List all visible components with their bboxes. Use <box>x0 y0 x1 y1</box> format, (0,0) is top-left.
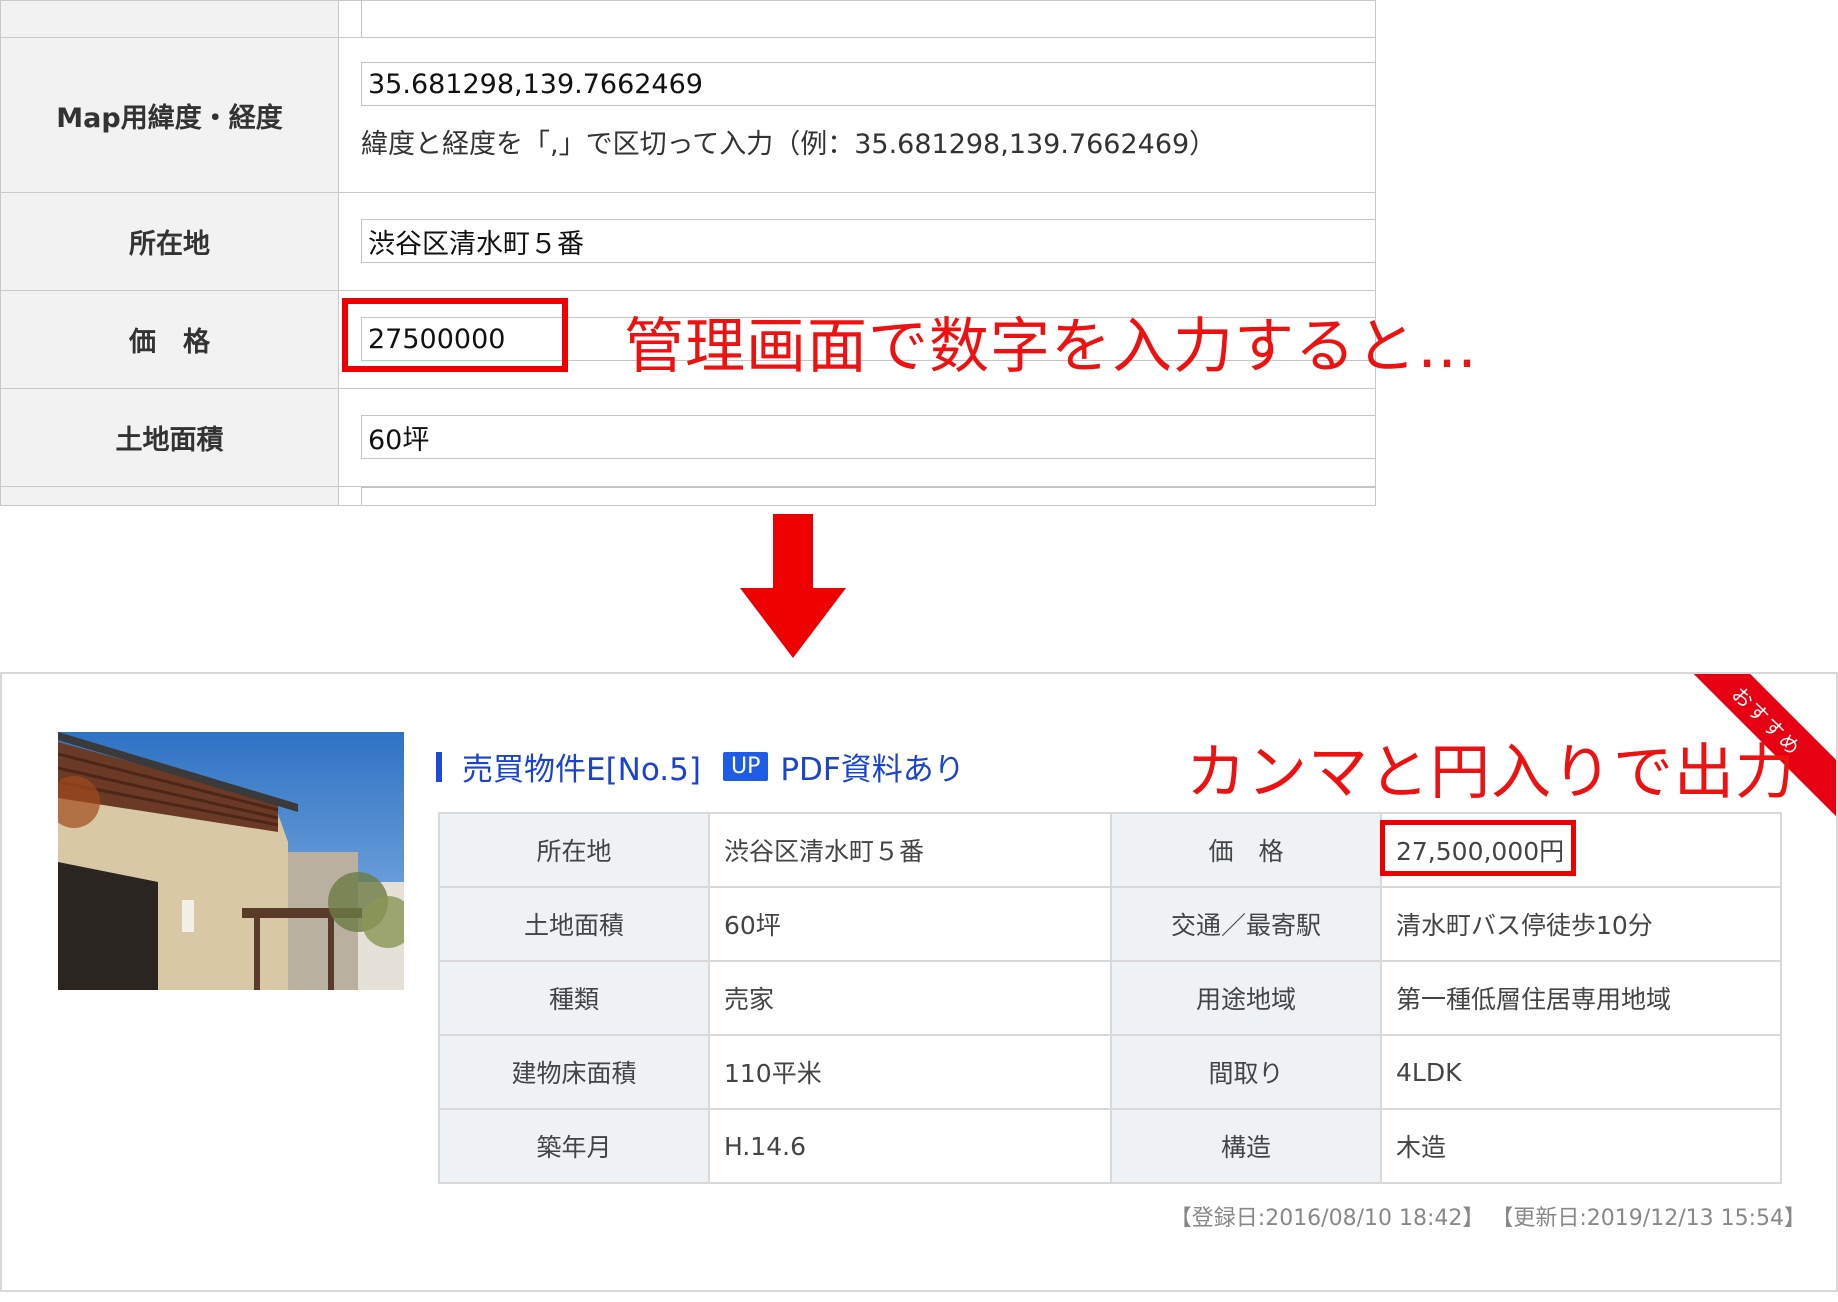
table-row: 種類 売家 用途地域 第一種低層住居専用地域 <box>438 960 1782 1036</box>
up-badge: UP <box>722 752 769 781</box>
spec-value: 60坪 <box>708 886 1112 962</box>
spec-label: 建物床面積 <box>438 1034 710 1110</box>
map-coords-help-text: 緯度と経度を「,」で区切って入力（例：35.681298,139.7662469… <box>361 129 1217 160</box>
listing-title-bar: 売買物件E[No.5] UP PDF資料あり <box>436 744 965 789</box>
table-row: 建物床面積 110平米 間取り 4LDK <box>438 1034 1782 1110</box>
address-input[interactable]: 渋谷区清水町５番 <box>361 219 1375 263</box>
spec-label: 価 格 <box>1110 812 1382 888</box>
property-listing-card[interactable]: おすすめ 売買物件E[No.5] UP PDF資料あり カンマと円入りで出力 所… <box>0 672 1838 1292</box>
spec-value: 110平米 <box>708 1034 1112 1110</box>
admin-row-map-coords: Map用緯度・経度 35.681298,139.7662469 緯度と経度を「,… <box>1 38 1375 193</box>
listing-dates: 【登録日:2016/08/10 18:42】 【更新日:2019/12/13 1… <box>1170 1200 1806 1232</box>
spec-value: 第一種低層住居専用地域 <box>1380 960 1782 1036</box>
spec-value: 渋谷区清水町５番 <box>708 812 1112 888</box>
property-photo[interactable] <box>58 732 404 990</box>
spec-label: 用途地域 <box>1110 960 1382 1036</box>
spec-value: 木造 <box>1380 1108 1782 1184</box>
map-coords-label: Map用緯度・経度 <box>1 38 339 192</box>
spec-value: 清水町バス停徒歩10分 <box>1380 886 1782 962</box>
table-row: 所在地 渋谷区清水町５番 価 格 27,500,000円 <box>438 812 1782 888</box>
property-spec-table: 所在地 渋谷区清水町５番 価 格 27,500,000円 土地面積 60坪 交通… <box>438 812 1782 1184</box>
table-row: 築年月 H.14.6 構造 木造 <box>438 1108 1782 1184</box>
spec-label: 築年月 <box>438 1108 710 1184</box>
spec-value: H.14.6 <box>708 1108 1112 1184</box>
admin-row-partial-bottom <box>1 487 1375 505</box>
house-photo-image <box>58 732 404 990</box>
price-highlight-box <box>1380 820 1576 876</box>
price-highlight-box <box>342 298 568 372</box>
spec-label: 土地面積 <box>438 886 710 962</box>
registered-date: 【登録日:2016/08/10 18:42】 <box>1169 1206 1485 1231</box>
spec-label: 間取り <box>1110 1034 1382 1110</box>
admin-row-label <box>1 1 339 37</box>
updated-date: 【更新日:2019/12/13 15:54】 <box>1491 1206 1806 1231</box>
admin-row-partial-top <box>1 1 1375 38</box>
admin-form-table: Map用緯度・経度 35.681298,139.7662469 緯度と経度を「,… <box>0 0 1376 506</box>
spec-label: 所在地 <box>438 812 710 888</box>
admin-partial-input[interactable] <box>361 487 1375 505</box>
admin-callout-text: 管理画面で数字を入力すると… <box>624 312 1478 382</box>
spec-label: 種類 <box>438 960 710 1036</box>
spec-value: 4LDK <box>1380 1034 1782 1110</box>
admin-row-label <box>1 487 339 505</box>
map-coords-input[interactable]: 35.681298,139.7662469 <box>361 62 1375 106</box>
land-area-label: 土地面積 <box>1 389 339 486</box>
output-callout-text: カンマと円入りで出力 <box>1186 738 1796 808</box>
down-arrow-icon <box>740 514 846 658</box>
admin-row-land-area: 土地面積 60坪 <box>1 389 1375 487</box>
spec-label: 交通／最寄駅 <box>1110 886 1382 962</box>
table-row: 土地面積 60坪 交通／最寄駅 清水町バス停徒歩10分 <box>438 886 1782 962</box>
admin-partial-input[interactable] <box>361 1 1375 38</box>
pdf-available-label: PDF資料あり <box>780 752 965 788</box>
land-area-input[interactable]: 60坪 <box>361 415 1375 459</box>
spec-label: 構造 <box>1110 1108 1382 1184</box>
listing-title-link[interactable]: 売買物件E[No.5] <box>462 744 701 789</box>
address-label: 所在地 <box>1 193 339 290</box>
price-label: 価 格 <box>1 291 339 388</box>
spec-value: 売家 <box>708 960 1112 1036</box>
admin-row-address: 所在地 渋谷区清水町５番 <box>1 193 1375 291</box>
title-accent-bar <box>436 751 442 782</box>
